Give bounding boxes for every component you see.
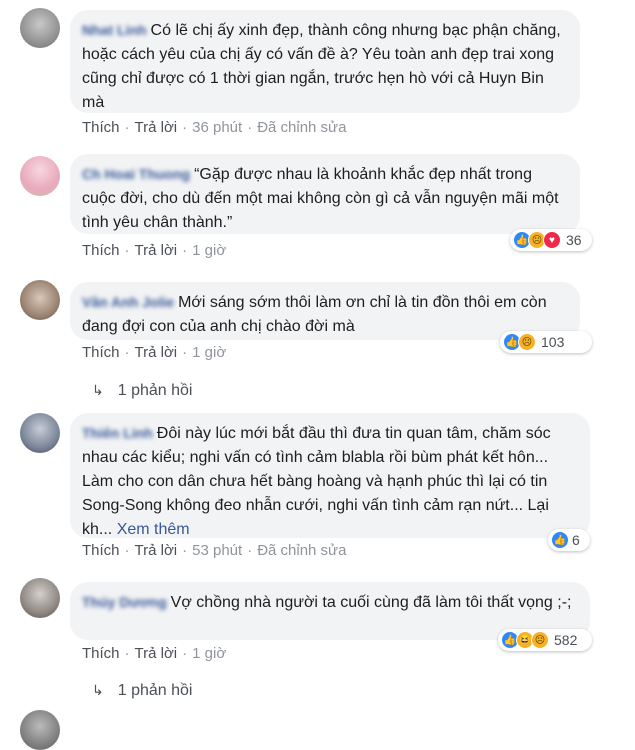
view-replies-link[interactable]: ↳ 1 phản hồi	[92, 682, 192, 700]
comment-actions: Thích · Trả lời · 36 phút · Đã chỉnh sửa	[82, 119, 347, 136]
avatar[interactable]	[20, 156, 60, 196]
avatar[interactable]	[20, 280, 60, 320]
reactions-summary[interactable]: 👍 ☹ 103	[500, 331, 592, 353]
comment-bubble: Nhat Linh Có lẽ chị ấy xinh đẹp, thành cô…	[70, 10, 580, 113]
comment-time[interactable]: 1 giờ	[192, 344, 226, 361]
comment-bubble: Thiên Linh Đôi này lúc mới bắt đầu thì đư…	[70, 413, 590, 538]
reaction-count: 36	[566, 232, 582, 248]
replies-count[interactable]: 1 phản hồi	[118, 382, 193, 399]
like-button[interactable]: Thích	[82, 242, 120, 259]
avatar[interactable]	[20, 8, 60, 48]
comment-time[interactable]: 36 phút	[192, 119, 242, 136]
comment-actions: Thích · Trả lời · 1 giờ	[82, 645, 227, 662]
see-more-link[interactable]: Xem thêm	[117, 521, 190, 538]
like-button[interactable]: Thích	[82, 542, 120, 559]
view-replies-link[interactable]: ↳ 1 phản hồi	[92, 382, 192, 400]
sad-icon: ☹	[531, 631, 549, 649]
reactions-summary[interactable]: 👍 6	[548, 529, 590, 551]
comment-actions: Thích · Trả lời · 1 giờ	[82, 242, 227, 259]
like-button[interactable]: Thích	[82, 645, 120, 662]
comment-bubble: Vân Anh Jolie Mới sáng sớm thôi làm ơn ch…	[70, 282, 580, 340]
reaction-count: 6	[572, 532, 580, 548]
comment-time[interactable]: 1 giờ	[192, 242, 226, 259]
comment-time[interactable]: 53 phút	[192, 542, 242, 559]
like-icon: 👍	[551, 531, 569, 549]
comment-text: Có lẽ chị ấy xinh đẹp, thành công nhưng …	[82, 22, 561, 111]
comment-text: Vợ chồng nhà người ta cuối cùng đã làm t…	[170, 594, 572, 611]
comment-time[interactable]: 1 giờ	[192, 645, 226, 662]
edited-label[interactable]: Đã chỉnh sửa	[257, 119, 346, 136]
reactions-summary[interactable]: 👍 😆 ☹ 582	[498, 629, 592, 651]
like-button[interactable]: Thích	[82, 119, 120, 136]
like-button[interactable]: Thích	[82, 344, 120, 361]
comment-bubble: Ch Hoai Thuong “Gặp được nhau là khoảnh k…	[70, 154, 580, 234]
edited-label[interactable]: Đã chỉnh sửa	[257, 542, 346, 559]
reply-button[interactable]: Trả lời	[135, 242, 178, 259]
comment-author[interactable]: Thiên Linh	[82, 425, 153, 441]
comment-actions: Thích · Trả lời · 1 giờ	[82, 344, 227, 361]
comment-author[interactable]: Nhat Linh	[82, 22, 147, 38]
reaction-count: 103	[541, 334, 565, 350]
avatar[interactable]	[20, 710, 60, 750]
sad-icon: ☹	[518, 333, 536, 351]
comment-author[interactable]: Ch Hoai Thuong	[82, 166, 190, 182]
reactions-summary[interactable]: 👍 ☹ ♥ 36	[510, 229, 592, 251]
love-icon: ♥	[543, 231, 561, 249]
comment-author[interactable]: Vân Anh Jolie	[82, 294, 174, 310]
comment-actions: Thích · Trả lời · 53 phút · Đã chỉnh sửa	[82, 542, 347, 559]
replies-count[interactable]: 1 phản hồi	[118, 682, 193, 699]
reply-button[interactable]: Trả lời	[135, 645, 178, 662]
avatar[interactable]	[20, 413, 60, 453]
reply-button[interactable]: Trả lời	[135, 542, 178, 559]
reply-button[interactable]: Trả lời	[135, 119, 178, 136]
reaction-count: 582	[554, 632, 578, 648]
reply-button[interactable]: Trả lời	[135, 344, 178, 361]
reply-arrow-icon: ↳	[92, 382, 104, 398]
comment-author[interactable]: Thúy Dương	[82, 594, 167, 610]
avatar[interactable]	[20, 578, 60, 618]
reply-arrow-icon: ↳	[92, 682, 104, 698]
